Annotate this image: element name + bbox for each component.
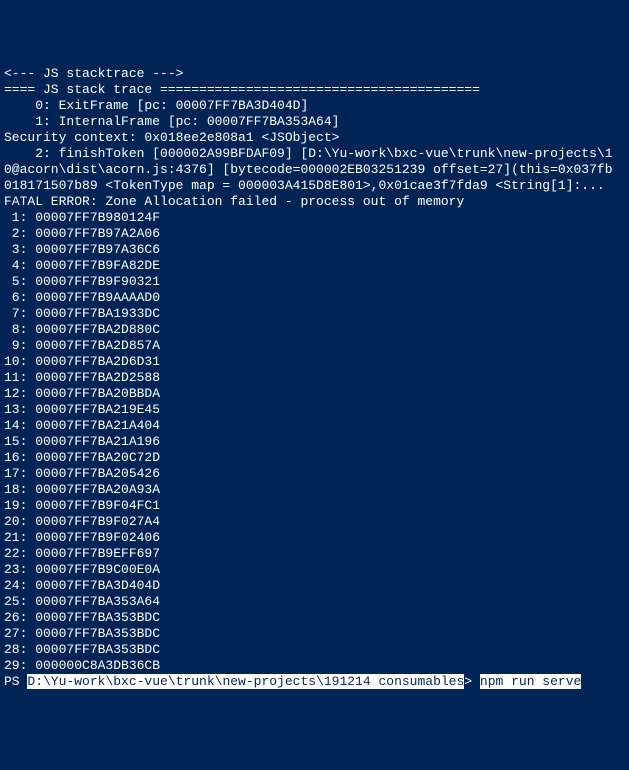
terminal-line: 4: 00007FF7B9FA82DE [4,258,625,274]
terminal-line: 16: 00007FF7BA20C72D [4,450,625,466]
terminal-line: 13: 00007FF7BA219E45 [4,402,625,418]
terminal-line: 26: 00007FF7BA353BDC [4,610,625,626]
prompt-command: npm run serve [480,674,581,689]
terminal-line: 7: 00007FF7BA1933DC [4,306,625,322]
terminal-line: 17: 00007FF7BA205426 [4,466,625,482]
terminal-line: 9: 00007FF7BA2D857A [4,338,625,354]
terminal-line: 23: 00007FF7B9C00E0A [4,562,625,578]
terminal-line: 10: 00007FF7BA2D6D31 [4,354,625,370]
terminal-line: FATAL ERROR: Zone Allocation failed - pr… [4,194,625,210]
terminal-line: 14: 00007FF7BA21A404 [4,418,625,434]
terminal-line: 25: 00007FF7BA353A64 [4,594,625,610]
terminal-line: 1: InternalFrame [pc: 00007FF7BA353A64] [4,114,625,130]
terminal-line: 29: 000000C8A3DB36CB [4,658,625,674]
terminal-line: 12: 00007FF7BA20BBDA [4,386,625,402]
terminal-line: 24: 00007FF7BA3D404D [4,578,625,594]
prompt-path: D:\Yu-work\bxc-vue\trunk\new-projects\19… [27,674,464,689]
terminal-line: 11: 00007FF7BA2D2588 [4,370,625,386]
terminal-line: 0@acorn\dist\acorn.js:4376] [bytecode=00… [4,162,625,178]
terminal-line: 2: 00007FF7B97A2A06 [4,226,625,242]
terminal-line: 15: 00007FF7BA21A196 [4,434,625,450]
terminal-line: 28: 00007FF7BA353BDC [4,642,625,658]
terminal-line: 0: ExitFrame [pc: 00007FF7BA3D404D] [4,98,625,114]
terminal-line: 21: 00007FF7B9F02406 [4,530,625,546]
terminal-line: 6: 00007FF7B9AAAAD0 [4,290,625,306]
terminal-line: 5: 00007FF7B9F90321 [4,274,625,290]
terminal-line: Security context: 0x018ee2e808a1 <JSObje… [4,130,625,146]
terminal-line: 018171507b89 <TokenType map = 000003A415… [4,178,625,194]
terminal-line: 18: 00007FF7BA20A93A [4,482,625,498]
terminal-line: 19: 00007FF7B9F04FC1 [4,498,625,514]
terminal-line: ==== JS stack trace ====================… [4,82,625,98]
terminal-line: 20: 00007FF7B9F027A4 [4,514,625,530]
terminal-line: 2: finishToken [000002A99BFDAF09] [D:\Yu… [4,146,625,162]
prompt-ps: PS [4,674,27,689]
terminal-line: 8: 00007FF7BA2D880C [4,322,625,338]
prompt-arrow: > [464,674,480,689]
terminal-line: 3: 00007FF7B97A36C6 [4,242,625,258]
terminal-line: 27: 00007FF7BA353BDC [4,626,625,642]
prompt-line[interactable]: PS D:\Yu-work\bxc-vue\trunk\new-projects… [4,674,625,690]
terminal-line: 22: 00007FF7B9EFF697 [4,546,625,562]
terminal-output: <--- JS stacktrace --->==== JS stack tra… [4,66,625,674]
terminal-line: <--- JS stacktrace ---> [4,66,625,82]
terminal-line: 1: 00007FF7B980124F [4,210,625,226]
